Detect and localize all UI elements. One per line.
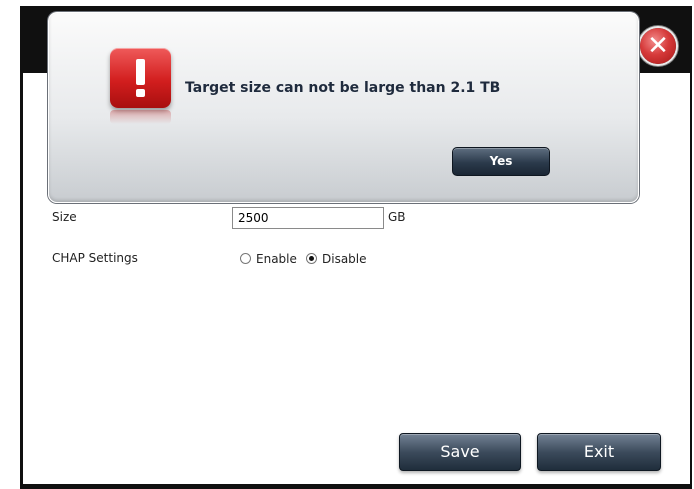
close-icon[interactable]: ✕ bbox=[640, 28, 676, 64]
chap-disable-radio[interactable] bbox=[306, 253, 317, 264]
alert-icon-reflection bbox=[110, 110, 171, 124]
alert-exclamation-icon bbox=[110, 48, 171, 108]
exit-button[interactable]: Exit bbox=[537, 433, 661, 471]
size-label: Size bbox=[52, 210, 77, 224]
exclamation-bar bbox=[136, 59, 145, 85]
yes-button[interactable]: Yes bbox=[452, 147, 550, 176]
size-input[interactable] bbox=[232, 207, 384, 229]
exclamation-dot bbox=[136, 89, 145, 97]
size-unit: GB bbox=[388, 210, 406, 224]
chap-enable-label[interactable]: Enable bbox=[256, 252, 297, 266]
chap-settings-label: CHAP Settings bbox=[52, 251, 138, 265]
save-button[interactable]: Save bbox=[399, 433, 521, 471]
chap-disable-label[interactable]: Disable bbox=[322, 252, 367, 266]
chap-enable-radio[interactable] bbox=[240, 253, 251, 264]
alert-message: Target size can not be large than 2.1 TB bbox=[185, 80, 501, 96]
